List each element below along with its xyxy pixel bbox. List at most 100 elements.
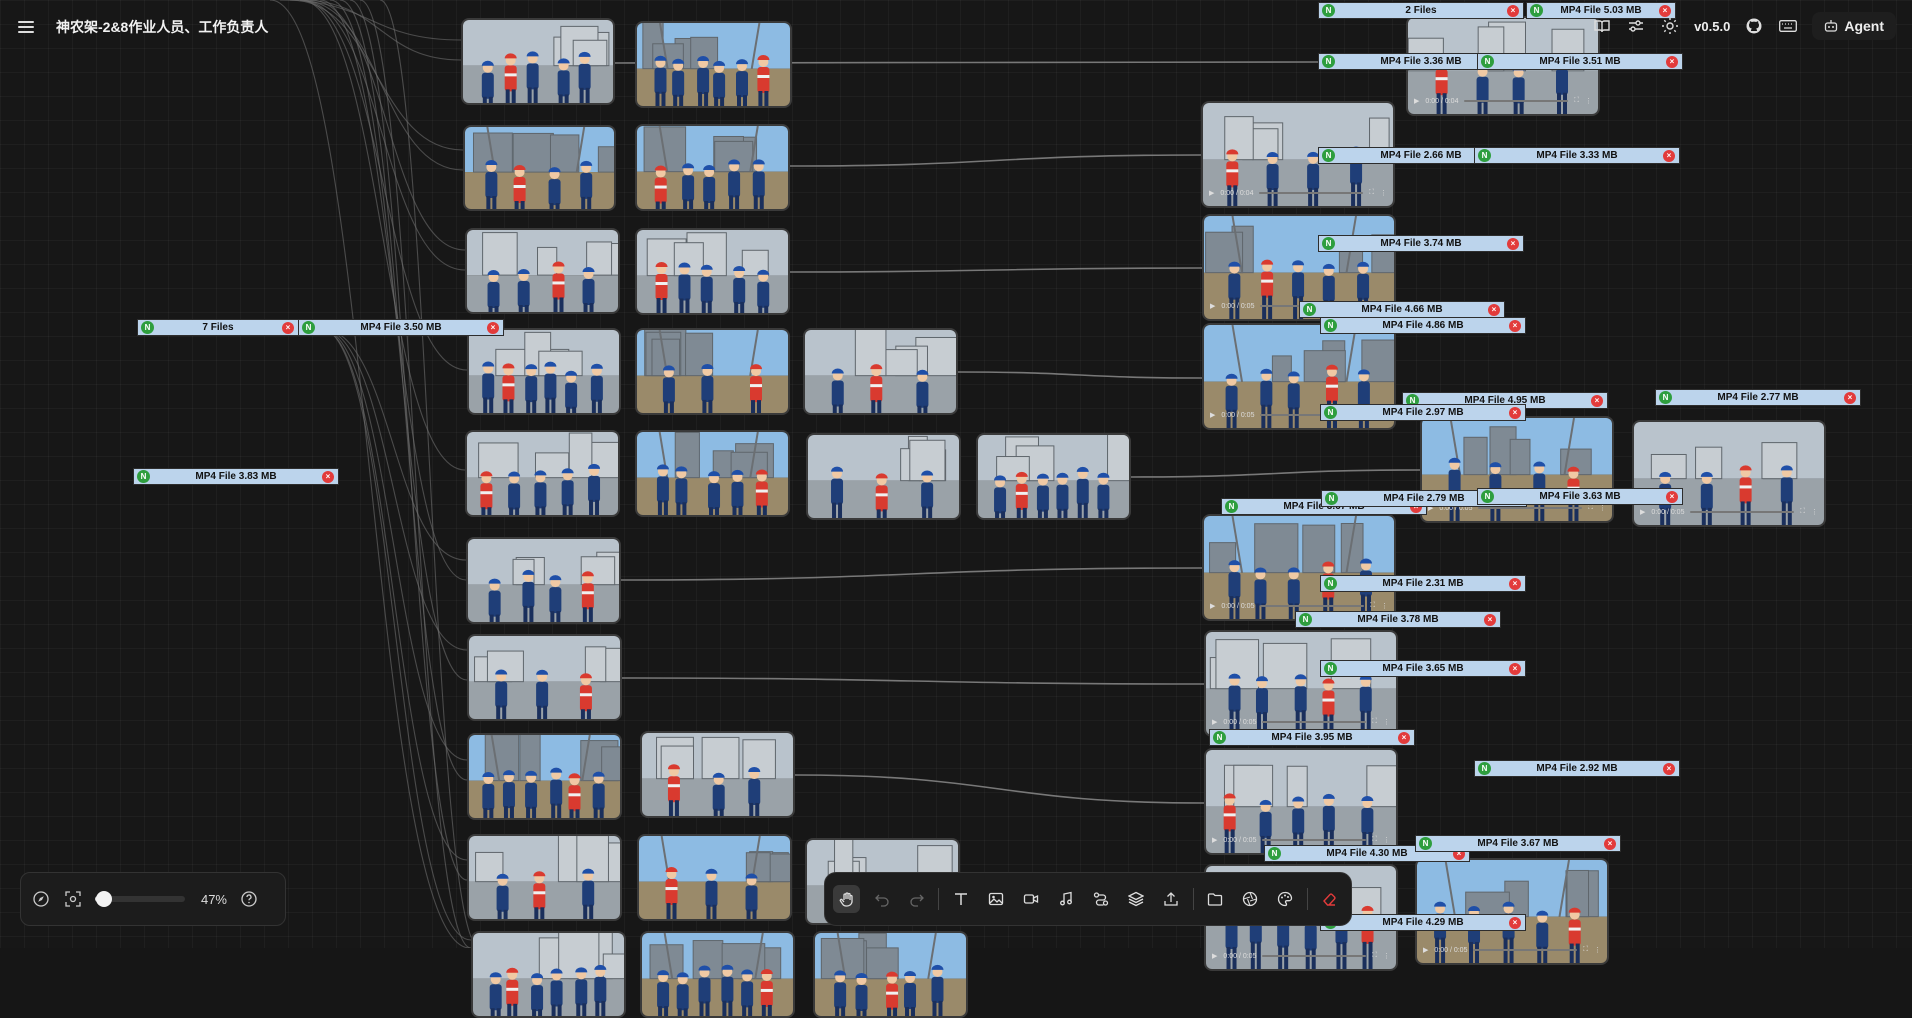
- remove-file-icon[interactable]: ×: [487, 321, 499, 334]
- video-node[interactable]: ▶0:00 / 0:05⛶⋮: [1632, 420, 1826, 527]
- more-options-icon[interactable]: ⋮: [1585, 97, 1592, 105]
- video-progress-track[interactable]: [1262, 839, 1367, 841]
- keyboard-icon[interactable]: [1778, 16, 1798, 36]
- image-node[interactable]: [635, 228, 790, 315]
- play-icon[interactable]: ▶: [1210, 411, 1215, 419]
- file-tag[interactable]: N MP4 File 3.65 MB ×: [1320, 660, 1526, 677]
- video-node[interactable]: ▶0:00 / 0:05⛶⋮: [1415, 858, 1609, 965]
- image-node[interactable]: [635, 328, 790, 415]
- image-node[interactable]: [471, 931, 626, 1018]
- file-tag[interactable]: N MP4 File 2.31 MB ×: [1320, 575, 1526, 592]
- model-tool[interactable]: [1237, 885, 1264, 913]
- remove-file-icon[interactable]: ×: [1488, 303, 1500, 316]
- video-progress-track[interactable]: [1478, 507, 1583, 509]
- file-tag[interactable]: N MP4 File 2.77 MB ×: [1655, 389, 1861, 406]
- file-tag[interactable]: N MP4 File 2.92 MB ×: [1474, 760, 1680, 777]
- palette-tool[interactable]: [1272, 885, 1299, 913]
- image-node[interactable]: [813, 931, 968, 1018]
- video-progress-track[interactable]: [1260, 605, 1365, 607]
- image-tool[interactable]: [982, 885, 1009, 913]
- image-node[interactable]: [467, 328, 621, 415]
- image-node[interactable]: [465, 228, 620, 314]
- file-tag[interactable]: N MP4 File 3.78 MB ×: [1295, 611, 1501, 628]
- more-options-icon[interactable]: ⋮: [1811, 508, 1818, 516]
- remove-file-icon[interactable]: ×: [1507, 4, 1519, 17]
- video-controls[interactable]: ▶0:00 / 0:05⛶⋮: [1212, 715, 1390, 729]
- video-progress-track[interactable]: [1262, 721, 1367, 723]
- hand-tool[interactable]: [833, 885, 861, 913]
- file-tag[interactable]: N MP4 File 3.83 MB ×: [133, 468, 339, 485]
- remove-file-icon[interactable]: ×: [1663, 762, 1675, 775]
- image-node[interactable]: [976, 433, 1131, 520]
- file-tag[interactable]: N MP4 File 3.33 MB ×: [1474, 147, 1680, 164]
- image-node[interactable]: [467, 733, 622, 820]
- redo-button[interactable]: [903, 885, 930, 913]
- video-progress-track[interactable]: [1464, 100, 1569, 102]
- audio-tool[interactable]: [1052, 885, 1079, 913]
- fit-view-icon[interactable]: [63, 889, 83, 909]
- file-tag[interactable]: N MP4 File 4.86 MB ×: [1320, 317, 1526, 334]
- more-options-icon[interactable]: ⋮: [1383, 952, 1390, 960]
- image-node[interactable]: [637, 834, 792, 921]
- play-icon[interactable]: ▶: [1212, 952, 1217, 960]
- remove-file-icon[interactable]: ×: [282, 321, 294, 334]
- file-tag[interactable]: N MP4 File 3.67 MB ×: [1415, 835, 1621, 852]
- more-options-icon[interactable]: ⋮: [1380, 189, 1387, 197]
- remove-file-icon[interactable]: ×: [1666, 55, 1678, 68]
- image-node[interactable]: [806, 433, 961, 520]
- remove-file-icon[interactable]: ×: [1507, 237, 1519, 250]
- eraser-tool[interactable]: [1316, 885, 1343, 913]
- remove-file-icon[interactable]: ×: [1604, 837, 1616, 850]
- book-icon[interactable]: [1592, 16, 1612, 36]
- video-progress-track[interactable]: [1473, 949, 1578, 951]
- fullscreen-icon[interactable]: ⛶: [1372, 952, 1377, 960]
- video-controls[interactable]: ▶ 0:00 / 0:04 ⛶ ⋮: [1414, 94, 1592, 108]
- video-controls[interactable]: ▶0:00 / 0:05⛶⋮: [1640, 505, 1818, 519]
- video-tool[interactable]: [1017, 885, 1044, 913]
- image-node[interactable]: [635, 21, 792, 108]
- file-tag[interactable]: N MP4 File 4.66 MB ×: [1299, 301, 1505, 318]
- remove-file-icon[interactable]: ×: [1844, 391, 1856, 404]
- remove-file-icon[interactable]: ×: [1398, 731, 1410, 744]
- sliders-icon[interactable]: [1626, 16, 1646, 36]
- undo-button[interactable]: [868, 885, 895, 913]
- image-node[interactable]: [467, 834, 622, 921]
- image-node[interactable]: [467, 634, 622, 721]
- play-icon[interactable]: ▶: [1209, 189, 1214, 197]
- play-icon[interactable]: ▶: [1212, 718, 1217, 726]
- image-node[interactable]: [640, 931, 795, 1018]
- layers-tool[interactable]: [1123, 885, 1150, 913]
- more-options-icon[interactable]: ⋮: [1383, 718, 1390, 726]
- remove-file-icon[interactable]: ×: [1509, 916, 1521, 929]
- zoom-slider-knob[interactable]: [95, 891, 112, 907]
- remove-file-icon[interactable]: ×: [1509, 662, 1521, 675]
- image-node[interactable]: [635, 124, 790, 211]
- file-tag[interactable]: N MP4 File 3.63 MB ×: [1477, 488, 1683, 505]
- fullscreen-icon[interactable]: ⛶: [1800, 508, 1805, 516]
- help-icon[interactable]: [239, 889, 259, 909]
- file-tag[interactable]: N MP4 File 3.51 MB ×: [1477, 53, 1683, 70]
- fullscreen-icon[interactable]: ⛶: [1588, 504, 1593, 512]
- fullscreen-icon[interactable]: ⛶: [1369, 189, 1374, 197]
- video-progress-track[interactable]: [1262, 955, 1367, 957]
- video-node[interactable]: ▶0:00 / 0:05⛶⋮: [1204, 630, 1398, 737]
- video-node[interactable]: ▶0:00 / 0:05⛶⋮: [1202, 514, 1396, 621]
- file-tag[interactable]: N MP4 File 3.50 MB ×: [298, 319, 504, 336]
- remove-file-icon[interactable]: ×: [322, 470, 334, 483]
- github-icon[interactable]: [1744, 16, 1764, 36]
- compass-icon[interactable]: [31, 889, 51, 909]
- image-node[interactable]: [466, 537, 621, 624]
- video-progress-track[interactable]: [1259, 192, 1364, 194]
- fullscreen-icon[interactable]: ⛶: [1370, 602, 1375, 610]
- video-controls[interactable]: ▶0:00 / 0:05⛶⋮: [1423, 943, 1601, 957]
- workflow-canvas[interactable]: ▶ 0:00 / 0:04 ⛶ ⋮ ▶ 0:00 / 0:04 ⛶ ⋮ ▶ 0:00 / 0:05…: [0, 0, 1912, 1018]
- fullscreen-icon[interactable]: ⛶: [1574, 97, 1579, 105]
- video-controls[interactable]: ▶ 0:00 / 0:04 ⛶ ⋮: [1209, 186, 1387, 200]
- image-node[interactable]: [463, 125, 616, 211]
- video-controls[interactable]: ▶0:00 / 0:05⛶⋮: [1212, 949, 1390, 963]
- remove-file-icon[interactable]: ×: [1509, 406, 1521, 419]
- play-icon[interactable]: ▶: [1210, 302, 1215, 310]
- zoom-slider[interactable]: [95, 891, 185, 907]
- remove-file-icon[interactable]: ×: [1663, 149, 1675, 162]
- play-icon[interactable]: ▶: [1210, 602, 1215, 610]
